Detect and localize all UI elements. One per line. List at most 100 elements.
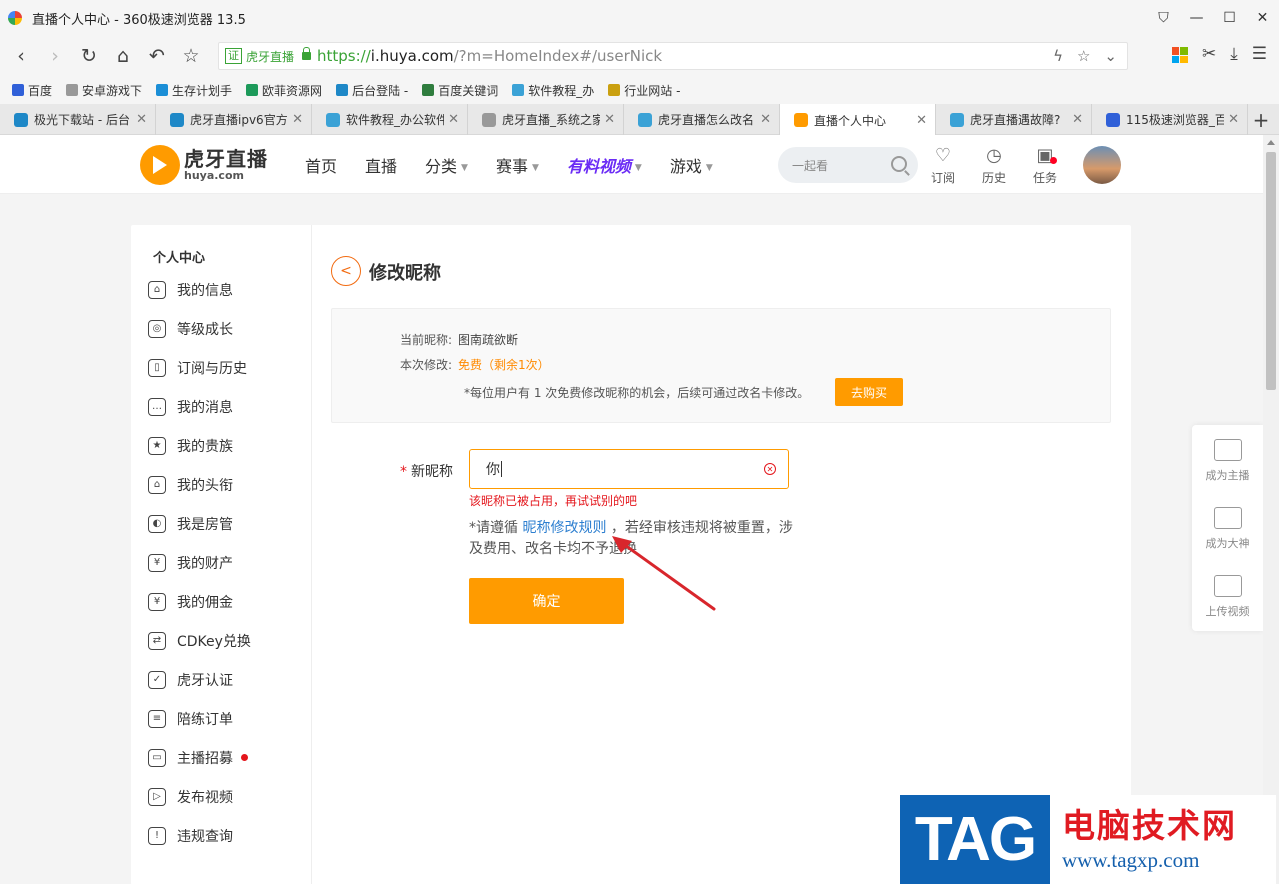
sidebar-item-icon: ¥ [148,553,166,572]
sidebar-item[interactable]: ≡ 陪练订单 [148,699,251,738]
submit-button[interactable]: 确定 [469,578,624,624]
sidebar-item[interactable]: ✓ 虎牙认证 [148,660,251,699]
rule-prefix: *请遵循 [469,520,523,536]
bookmark-item[interactable]: 后台登陆 - [336,82,408,99]
star-icon[interactable]: ☆ [174,40,208,72]
maximize-icon[interactable]: ☐ [1213,0,1246,36]
sidebar-item-icon: ⇄ [148,631,166,650]
tab-close-icon[interactable]: ✕ [916,113,927,128]
sidebar-item[interactable]: ▭ 主播招募 [148,738,251,777]
sidebar-item[interactable]: ★ 我的贵族 [148,426,251,465]
browser-tab[interactable]: 虎牙直播遇故障? ✕ [936,104,1092,135]
home-icon[interactable]: ⌂ [106,40,140,72]
bookmarks-bar: 百度 安卓游戏下 生存计划手 欧菲资源网 后台登陆 - 百度关键词 软件教程_办 行业网站 - [0,76,1279,104]
sidebar-item[interactable]: ¥ 我的财产 [148,543,251,582]
scrollbar-thumb[interactable] [1266,152,1276,390]
tab-close-icon[interactable]: ✕ [292,112,303,127]
rule-link[interactable]: 昵称修改规则 [522,520,606,536]
sidebar-item[interactable]: ⌂ 我的信息 [148,270,251,309]
sidebar-item[interactable]: ! 违规查询 [148,816,251,855]
float-item[interactable]: 上传视频 [1192,564,1263,629]
bookmark-item[interactable]: 百度关键词 [422,82,498,99]
avatar[interactable] [1083,146,1121,184]
sidebar-item[interactable]: ¥ 我的佣金 [148,582,251,621]
search-input[interactable]: 一起看 [778,147,918,183]
bookmark-item[interactable]: 欧菲资源网 [246,82,322,99]
close-icon[interactable]: ✕ [1246,0,1279,36]
watermark-tag: TAG [900,795,1050,884]
tab-close-icon[interactable]: ✕ [1228,112,1239,127]
clear-input-icon[interactable]: ✕ [764,463,776,475]
tab-close-icon[interactable]: ✕ [604,112,615,127]
sidebar-item-icon: ≡ [148,709,166,728]
browser-tab[interactable]: 虎牙直播_系统之家 ✕ [468,104,624,135]
float-item[interactable]: 成为主播 [1192,428,1263,493]
new-tab-icon[interactable]: + [1243,104,1279,135]
browser-tab[interactable]: 虎牙直播ipv6官方 ✕ [156,104,312,135]
back-icon[interactable]: ‹ [4,40,38,72]
sidebar-item[interactable]: ⌂ 我的头衔 [148,465,251,504]
nav-item[interactable]: 游戏 ▼ [670,153,713,177]
nav-item[interactable]: 分类 ▼ [425,153,468,177]
search-placeholder: 一起看 [792,158,829,173]
nav-item[interactable]: 直播 [365,153,397,177]
search-icon[interactable] [891,156,907,172]
sidebar-item[interactable]: ▷ 发布视频 [148,777,251,816]
cost-label: 本次修改: [400,358,453,372]
browser-tab[interactable]: 直播个人中心 ✕ [780,104,936,136]
new-nickname-input[interactable]: 你 ✕ [469,449,789,489]
bookmark-item[interactable]: 软件教程_办 [512,82,594,99]
undo-close-icon[interactable]: ↶ [140,40,174,72]
buy-button[interactable]: 去购买 [835,378,903,406]
browser-tab[interactable]: 115极速浏览器_百 ✕ [1092,104,1248,135]
bookmark-favicon-icon [608,84,621,96]
back-circle-icon[interactable]: < [331,256,361,286]
bookmark-item[interactable]: 行业网站 - [608,82,680,99]
cert-badge[interactable]: 证 [225,48,242,64]
nav-item[interactable]: 有料视频 ▼ [567,153,642,177]
menu-icon[interactable]: ☰ [1252,44,1267,64]
float-item[interactable]: 成为大神 [1192,496,1263,561]
bookmark-star-icon[interactable]: ☆ [1077,47,1090,65]
sidebar-item-label: 我的佣金 [177,594,233,611]
caret-down-icon: ▼ [634,162,642,173]
lightning-icon[interactable]: ϟ [1053,47,1063,65]
nav-label: 游戏 [669,157,702,176]
browser-tab[interactable]: 软件教程_办公软件 ✕ [312,104,468,135]
sidebar-item[interactable]: ⇄ CDKey兑换 [148,621,251,660]
header-icon-item[interactable]: ♡ 订阅 [928,145,958,186]
tab-close-icon[interactable]: ✕ [448,112,459,127]
browser-tab[interactable]: 虎牙直播怎么改名 ✕ [624,104,780,135]
float-item-label: 上传视频 [1205,604,1250,618]
download-icon[interactable]: ⤓ [1230,44,1238,64]
browser-tab[interactable]: 极光下载站 - 后台 ✕ [0,104,156,135]
scissors-icon[interactable]: ✂ [1202,44,1216,64]
tab-close-icon[interactable]: ✕ [1072,112,1083,127]
header-icon-item[interactable]: ▣ 任务 [1030,145,1060,186]
reload-icon[interactable]: ↻ [72,40,106,72]
cert-name: 虎牙直播 [246,49,295,64]
annotation-arrow [612,536,716,611]
sidebar-item[interactable]: ◐ 我是房管 [148,504,251,543]
header-icon-item[interactable]: ◷ 历史 [979,145,1009,186]
address-bar[interactable]: 证 虎牙直播 https:// i.huya.com /?m=HomeIndex… [218,42,1128,70]
nav-item[interactable]: 首页 [305,153,337,177]
sidebar-item-icon: … [148,397,166,416]
bookmark-item[interactable]: 生存计划手 [156,82,232,99]
skin-shirt-icon[interactable]: ⛉ [1147,0,1180,36]
sidebar-item[interactable]: ▯ 订阅与历史 [148,348,251,387]
tab-close-icon[interactable]: ✕ [136,112,147,127]
sidebar-item[interactable]: … 我的消息 [148,387,251,426]
tab-close-icon[interactable]: ✕ [760,112,771,127]
bookmark-item[interactable]: 百度 [12,82,52,99]
forward-icon[interactable]: › [38,40,72,72]
minimize-icon[interactable]: — [1180,0,1213,36]
apps-grid-icon[interactable] [1171,47,1188,63]
scroll-up-arrow-icon[interactable] [1267,140,1275,145]
huya-logo[interactable]: 虎牙直播 huya.com [140,145,268,185]
scrollbar[interactable] [1263,135,1279,884]
chevron-down-icon[interactable]: ⌄ [1104,47,1117,65]
nav-item[interactable]: 赛事 ▼ [496,153,539,177]
bookmark-item[interactable]: 安卓游戏下 [66,82,142,99]
sidebar-item[interactable]: ◎ 等级成长 [148,309,251,348]
